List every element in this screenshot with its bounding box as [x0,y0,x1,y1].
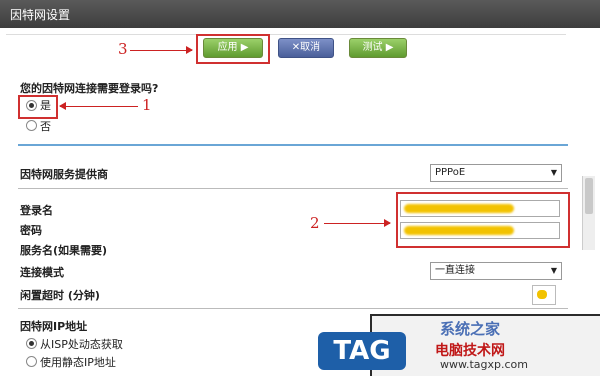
radio-login-yes-label: 是 [40,99,51,112]
watermark-title: 系统之家 [440,320,501,338]
annotation-number-2: 2 [310,214,320,232]
annotation-arrow-1 [59,102,138,110]
connection-mode-select[interactable]: 一直连接 [430,262,562,280]
annotation-number-3: 3 [118,40,128,58]
radio-ip-dynamic[interactable] [26,338,37,349]
isp-select[interactable]: PPPoE [430,164,562,182]
annotation-box-apply [196,34,270,64]
window-title: 因特网设置 [10,8,71,22]
toolbar-divider [6,34,566,35]
connection-mode-label: 连接模式 [20,266,64,279]
radio-ip-static-label: 使用静态IP地址 [40,356,116,369]
idle-timeout-label: 闲置超时 (分钟) [20,289,100,302]
annotation-box-credentials [396,192,570,248]
ip-section-title: 因特网IP地址 [20,320,88,333]
annotation-arrow-2 [324,219,391,227]
redacted-idle [537,290,547,299]
divider-ip [18,308,568,309]
watermark-logo: TAG [318,332,406,370]
connection-mode-value: 一直连接 [435,265,475,276]
section-divider [18,144,568,146]
service-name-label: 服务名(如果需要) [20,244,108,257]
radio-login-yes[interactable] [26,100,37,111]
annotation-box-yes [18,95,58,119]
divider-isp [18,188,568,189]
scrollbar[interactable] [582,176,595,250]
login-name-label: 登录名 [20,204,53,217]
annotation-arrow-3 [130,46,193,54]
annotation-number-1: 1 [142,96,152,114]
login-question: 您的因特网连接需要登录吗? [20,82,159,95]
idle-timeout-input[interactable] [532,285,556,305]
radio-login-no[interactable] [26,120,37,131]
isp-label: 因特网服务提供商 [20,168,108,181]
scrollbar-thumb[interactable] [585,178,593,214]
radio-ip-dynamic-label: 从ISP处动态获取 [40,338,123,351]
isp-select-value: PPPoE [435,167,466,178]
test-button[interactable]: 测试 ▶ [349,38,407,58]
title-bar: 因特网设置 [0,0,600,28]
watermark-subtitle: 电脑技术网 [435,343,505,359]
radio-ip-static[interactable] [26,356,37,367]
password-label: 密码 [20,224,42,237]
cancel-button[interactable]: ✕取消 [278,38,334,58]
radio-login-no-label: 否 [40,120,51,133]
watermark-url: www.tagxp.com [440,358,528,371]
